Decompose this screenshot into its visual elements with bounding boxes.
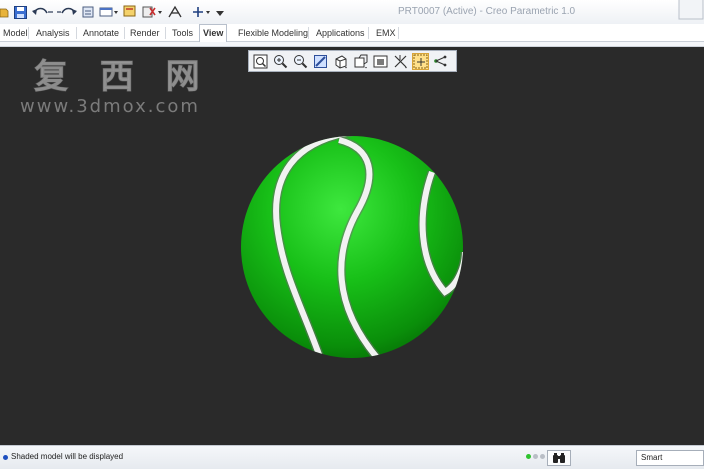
title-bar: PRT0007 (Active) - Creo Parametric 1.0 (0, 0, 704, 24)
coordinate-system-icon[interactable] (167, 4, 187, 21)
tab-separator (28, 27, 29, 39)
status-light-on-icon (526, 454, 531, 459)
tab-model[interactable]: Model (0, 25, 31, 42)
regeneration-status (526, 454, 547, 459)
tab-emx[interactable]: EMX (373, 25, 399, 42)
tab-render[interactable]: Render (127, 25, 163, 42)
find-button[interactable] (547, 450, 571, 466)
tab-separator (76, 27, 77, 39)
tennis-ball-model[interactable] (239, 134, 465, 360)
redo-icon[interactable] (57, 4, 79, 21)
watermark-logo: 复 西 网 (34, 57, 210, 98)
saved-orientations-icon[interactable] (352, 53, 369, 70)
refit-icon[interactable] (252, 53, 269, 70)
zoom-in-icon[interactable] (272, 53, 289, 70)
save-icon[interactable] (12, 4, 29, 21)
status-bar: Shaded model will be displayed Smart (0, 445, 704, 469)
tab-view[interactable]: View (199, 24, 228, 43)
message-bullet-icon (3, 455, 8, 460)
tab-annotate[interactable]: Annotate (80, 25, 122, 42)
ribbon-tab-row: Model Analysis Annotate Render Tools Vie… (0, 24, 704, 43)
in-graphics-toolbar (248, 50, 457, 72)
graphics-window[interactable]: 复 西 网 www.3dmox.com (0, 47, 704, 445)
windows-icon[interactable] (99, 4, 119, 21)
customize-icon[interactable] (215, 4, 225, 21)
spin-center-icon[interactable] (412, 52, 429, 70)
dropdown-icon[interactable] (190, 4, 212, 21)
binoculars-icon (553, 453, 565, 463)
repaint-icon[interactable] (312, 53, 329, 70)
tab-tools[interactable]: Tools (169, 25, 196, 42)
watermark-url: www.3dmox.com (20, 96, 200, 117)
tab-separator (398, 27, 399, 39)
datum-display-icon[interactable] (392, 53, 409, 70)
window-control-area[interactable] (678, 0, 704, 20)
tab-applications[interactable]: Applications (313, 25, 368, 42)
status-message: Shaded model will be displayed (11, 452, 124, 461)
sketch-icon[interactable] (142, 4, 164, 21)
tab-flexible-modeling[interactable]: Flexible Modeling (235, 25, 311, 42)
status-light-off-icon (533, 454, 538, 459)
regenerate-icon[interactable] (82, 4, 96, 21)
annotation-display-icon[interactable] (432, 53, 449, 70)
zoom-out-icon[interactable] (292, 53, 309, 70)
window-title: PRT0007 (Active) - Creo Parametric 1.0 (398, 6, 576, 17)
open-icon[interactable] (0, 4, 10, 21)
status-light-off-icon (540, 454, 545, 459)
selection-filter-select[interactable]: Smart (636, 450, 704, 466)
undo-icon[interactable] (32, 4, 54, 21)
tab-analysis[interactable]: Analysis (33, 25, 73, 42)
tab-separator (308, 27, 309, 39)
quick-access-toolbar (0, 3, 228, 21)
close-window-icon[interactable] (122, 4, 139, 21)
tab-separator (368, 27, 369, 39)
tab-separator (165, 27, 166, 39)
tab-separator (124, 27, 125, 39)
view-manager-icon[interactable] (372, 53, 389, 70)
display-style-icon[interactable] (332, 53, 349, 70)
